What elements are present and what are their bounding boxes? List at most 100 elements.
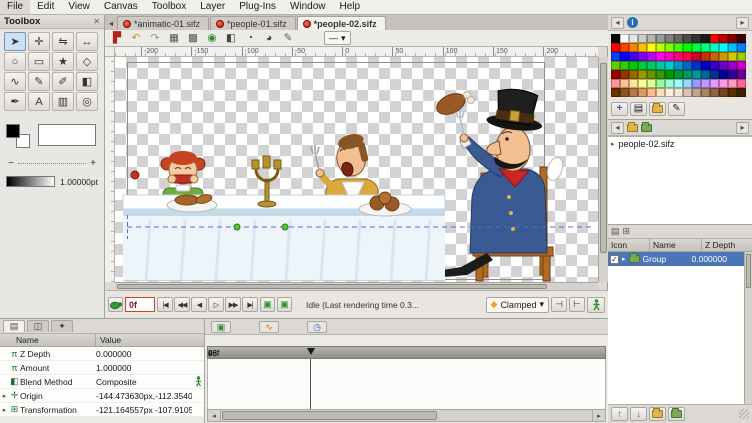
palette-swatch[interactable] bbox=[620, 88, 629, 97]
scale-tool[interactable]: ↔ bbox=[76, 32, 98, 51]
palette-swatch[interactable] bbox=[647, 79, 656, 88]
palette-swatch[interactable] bbox=[629, 34, 638, 43]
current-time-field[interactable] bbox=[125, 297, 155, 312]
palette-swatch[interactable] bbox=[674, 43, 683, 52]
palette-swatch[interactable] bbox=[665, 34, 674, 43]
open-palette-button[interactable] bbox=[649, 102, 666, 116]
panel-back-icon[interactable]: ◂ bbox=[611, 17, 624, 29]
tab-animatic-01[interactable]: *animatic-01.sifz bbox=[117, 16, 209, 30]
scroll-thumb[interactable] bbox=[117, 284, 547, 289]
palette-swatch[interactable] bbox=[611, 52, 620, 61]
palette-swatch[interactable] bbox=[647, 70, 656, 79]
tab-curves[interactable]: ∿ bbox=[259, 321, 279, 333]
palette-swatch[interactable] bbox=[683, 34, 692, 43]
seek-prev-frame-button[interactable]: ◀ bbox=[191, 297, 207, 312]
menu-item[interactable]: View bbox=[61, 0, 97, 14]
palette-swatch[interactable] bbox=[728, 43, 737, 52]
vertical-ruler[interactable] bbox=[105, 57, 115, 282]
palette-swatch[interactable] bbox=[692, 88, 701, 97]
palette-swatch[interactable] bbox=[629, 79, 638, 88]
palette-swatch[interactable] bbox=[728, 34, 737, 43]
palette-swatch[interactable] bbox=[692, 43, 701, 52]
palette-swatch[interactable] bbox=[611, 34, 620, 43]
palette-swatch[interactable] bbox=[665, 43, 674, 52]
text-tool[interactable]: A bbox=[28, 92, 50, 111]
menu-item[interactable]: Plug-Ins bbox=[232, 0, 283, 14]
brush-preview[interactable] bbox=[38, 124, 96, 146]
palette-swatch[interactable] bbox=[737, 79, 746, 88]
palette-swatch[interactable] bbox=[719, 70, 728, 79]
timetrack-scrollbar[interactable]: ◂ ▸ bbox=[207, 409, 606, 422]
palette-swatch[interactable] bbox=[719, 34, 728, 43]
palette-swatch[interactable] bbox=[665, 88, 674, 97]
panel-forward-icon[interactable]: ▸ bbox=[736, 122, 749, 134]
preview-button[interactable]: ◉ bbox=[203, 31, 221, 45]
param-value[interactable]: 1.000000 bbox=[96, 363, 192, 373]
tab-keyframes[interactable]: ✦ bbox=[51, 320, 73, 332]
param-row[interactable]: π Z Depth 0.000000 bbox=[0, 347, 204, 361]
palette-swatch[interactable] bbox=[647, 61, 656, 70]
scroll-thumb[interactable] bbox=[222, 411, 437, 420]
param-row[interactable]: ▸ ⊞ Transformation -121.164557px -107.91… bbox=[0, 403, 204, 417]
palette-swatch[interactable] bbox=[728, 79, 737, 88]
palette-swatch[interactable] bbox=[692, 34, 701, 43]
palette-swatch[interactable] bbox=[638, 88, 647, 97]
palette-swatch[interactable] bbox=[701, 79, 710, 88]
palette-swatch[interactable] bbox=[638, 61, 647, 70]
palette-swatch[interactable] bbox=[728, 88, 737, 97]
palette-swatch[interactable] bbox=[656, 70, 665, 79]
scroll-thumb[interactable] bbox=[600, 63, 607, 253]
palette-swatch[interactable] bbox=[674, 70, 683, 79]
param-expander[interactable]: ▸ bbox=[0, 406, 9, 414]
tab-people-01[interactable]: *people-01.sifz bbox=[210, 16, 296, 30]
edit-color-button[interactable]: ✎ bbox=[668, 102, 685, 116]
palette-swatch[interactable] bbox=[683, 61, 692, 70]
palette-swatch[interactable] bbox=[701, 88, 710, 97]
width-plus-button[interactable]: + bbox=[90, 158, 96, 169]
palette-swatch[interactable] bbox=[728, 52, 737, 61]
expander-icon[interactable]: ▸ bbox=[622, 255, 626, 263]
palette-swatch[interactable] bbox=[620, 34, 629, 43]
palette-swatch[interactable] bbox=[710, 52, 719, 61]
palette-swatch[interactable] bbox=[611, 88, 620, 97]
canvas-horizontal-scrollbar[interactable] bbox=[115, 282, 598, 290]
palette-swatch[interactable] bbox=[674, 34, 683, 43]
palette-swatch[interactable] bbox=[674, 52, 683, 61]
low-res-button[interactable]: ◧ bbox=[222, 31, 240, 45]
menu-item[interactable]: Edit bbox=[30, 0, 61, 14]
palette-swatch[interactable] bbox=[683, 43, 692, 52]
palette-swatch[interactable] bbox=[737, 88, 746, 97]
palette-swatch[interactable] bbox=[674, 79, 683, 88]
scroll-thumb[interactable] bbox=[746, 254, 751, 288]
palette-swatch[interactable] bbox=[665, 52, 674, 61]
onion-future-button[interactable]: ◕ bbox=[260, 31, 278, 45]
palette-swatch[interactable] bbox=[656, 52, 665, 61]
seek-prev-keyframe-button[interactable]: ◀◀ bbox=[174, 297, 190, 312]
param-value[interactable]: Composite bbox=[96, 377, 192, 387]
close-icon[interactable]: ✕ bbox=[93, 17, 100, 26]
palette-swatch[interactable] bbox=[710, 34, 719, 43]
param-value[interactable]: -121.164557px -107.9105 bbox=[96, 405, 192, 415]
palette-swatch[interactable] bbox=[638, 34, 647, 43]
palette-swatch[interactable] bbox=[683, 79, 692, 88]
width-slider[interactable] bbox=[18, 163, 86, 164]
undo-button[interactable]: ↶ bbox=[127, 31, 145, 45]
scroll-track[interactable] bbox=[221, 410, 592, 421]
palette-swatch[interactable] bbox=[629, 43, 638, 52]
menu-item[interactable]: Layer bbox=[193, 0, 232, 14]
lock-past-keyframe-button[interactable]: ▣ bbox=[260, 297, 275, 312]
seek-end-button[interactable]: ▶| bbox=[242, 297, 258, 312]
palette-swatch[interactable] bbox=[611, 70, 620, 79]
menu-item[interactable]: Toolbox bbox=[145, 0, 193, 14]
lower-layer-button[interactable]: ↓ bbox=[630, 407, 647, 421]
layers-scrollbar[interactable] bbox=[744, 252, 752, 404]
menu-item[interactable]: Help bbox=[333, 0, 368, 14]
palette-swatch[interactable] bbox=[674, 88, 683, 97]
scroll-right-icon[interactable]: ▸ bbox=[592, 410, 605, 421]
folder-icon[interactable] bbox=[627, 124, 638, 132]
tab-children[interactable]: ◫ bbox=[27, 320, 49, 332]
scroll-left-icon[interactable]: ◂ bbox=[208, 410, 221, 421]
palette-swatch[interactable] bbox=[692, 79, 701, 88]
palette-swatch[interactable] bbox=[683, 70, 692, 79]
palette-swatch[interactable] bbox=[710, 61, 719, 70]
